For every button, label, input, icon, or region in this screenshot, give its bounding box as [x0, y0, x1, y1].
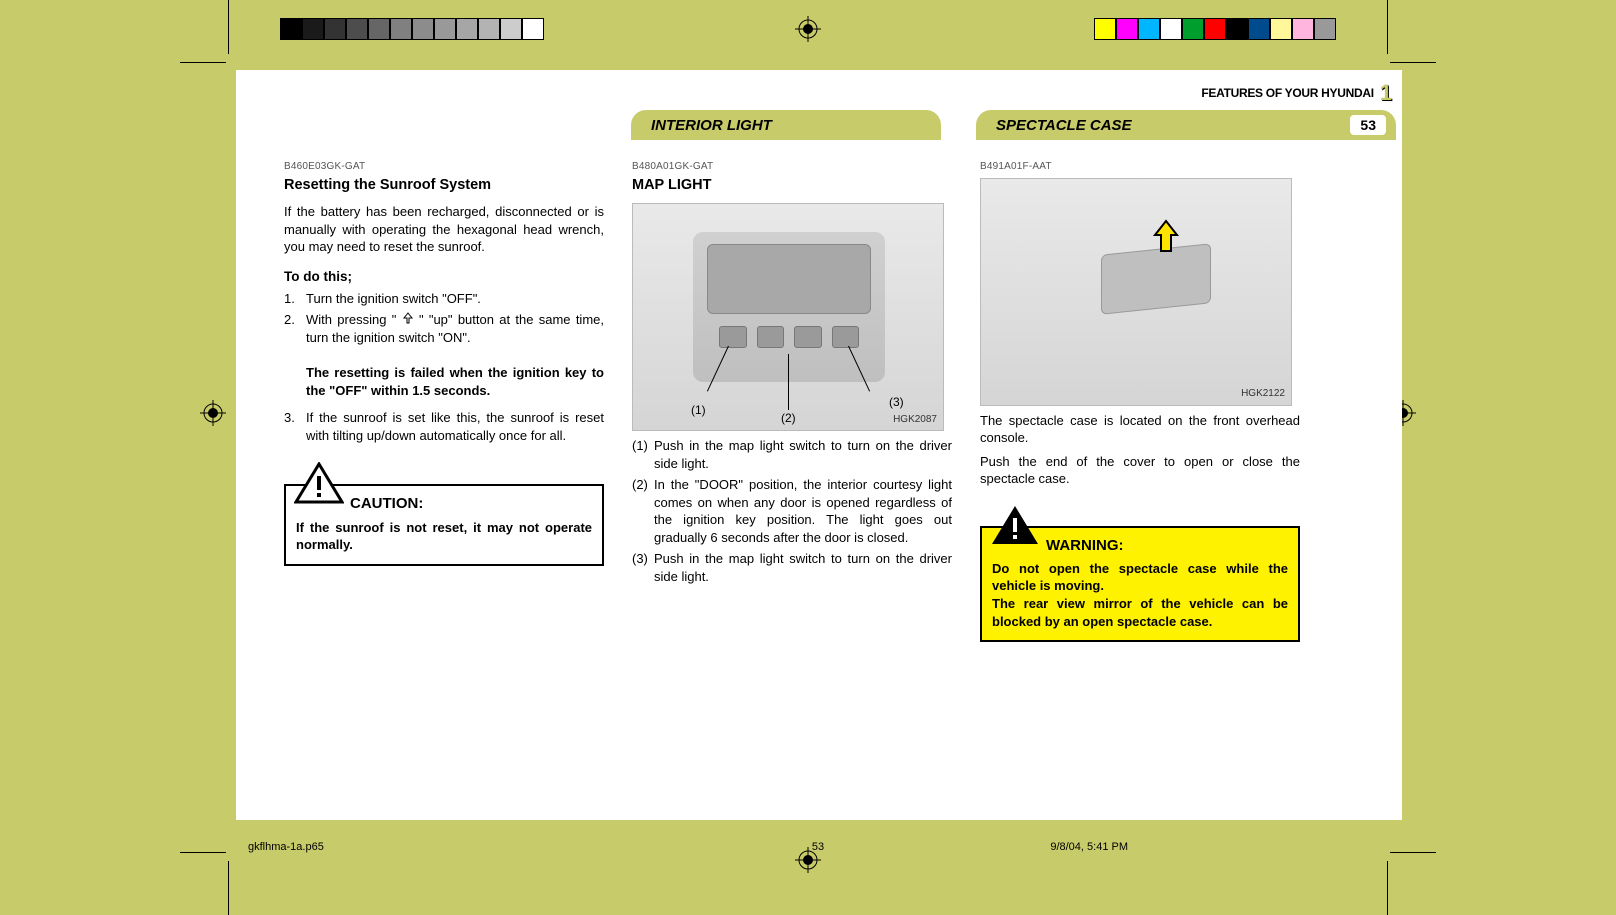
- registration-mark-icon: [200, 400, 226, 426]
- up-arrow-icon: [402, 311, 414, 329]
- column-map-light: B480A01GK-GAT MAP LIGHT (1) (2) (3) HGK2…: [632, 160, 952, 589]
- warning-text: The rear view mirror of the vehicle can …: [992, 595, 1288, 630]
- step-item: 3.If the sunroof is set like this, the s…: [284, 409, 604, 444]
- footer-timestamp: 9/8/04, 5:41 PM: [1050, 841, 1128, 853]
- caution-label: CAUTION:: [350, 494, 592, 514]
- section-tab-label: INTERIOR LIGHT: [651, 117, 772, 134]
- section-heading: Resetting the Sunroof System: [284, 176, 604, 196]
- body-text: Push the end of the cover to open or clo…: [980, 453, 1300, 488]
- section-tab-interior-light: INTERIOR LIGHT: [631, 110, 941, 140]
- callout-label: (3): [889, 394, 904, 410]
- push-arrow-icon: [1151, 219, 1181, 260]
- section-heading: MAP LIGHT: [632, 176, 952, 196]
- procedure-code: B480A01GK-GAT: [632, 160, 952, 174]
- crop-mark: [1390, 62, 1436, 63]
- crop-mark: [1387, 0, 1388, 54]
- body-text: If the battery has been recharged, disco…: [284, 203, 604, 256]
- reset-failure-note: The resetting is failed when the ignitio…: [306, 365, 604, 398]
- process-colorbar: [1094, 18, 1336, 40]
- figure-code: HGK2087: [893, 413, 937, 427]
- crop-mark: [1387, 861, 1388, 915]
- grayscale-colorbar: [280, 18, 544, 40]
- crop-mark: [228, 0, 229, 54]
- figure-code: HGK2122: [1241, 387, 1285, 401]
- figure-spectacle-case: HGK2122: [980, 178, 1292, 406]
- callout-item: (3)Push in the map light switch to turn …: [632, 550, 952, 585]
- registration-mark-icon: [795, 16, 821, 42]
- column-spectacle-case: B491A01F-AAT HGK2122 The spectacle case …: [980, 160, 1300, 642]
- callout-list: (1)Push in the map light switch to turn …: [632, 437, 952, 585]
- callout-item: (2)In the "DOOR" position, the interior …: [632, 476, 952, 546]
- callout-label: (2): [781, 410, 796, 426]
- caution-text: If the sunroof is not reset, it may not …: [296, 519, 592, 554]
- figure-map-light: (1) (2) (3) HGK2087: [632, 203, 944, 431]
- crop-mark: [180, 62, 226, 63]
- document-page: FEATURES OF YOUR HYUNDAI 1 INTERIOR LIGH…: [236, 70, 1402, 820]
- caution-triangle-icon: [294, 462, 344, 506]
- column-sunroof-reset: B460E03GK-GAT Resetting the Sunroof Syst…: [284, 160, 604, 566]
- procedure-code: B491A01F-AAT: [980, 160, 1300, 174]
- footer-filename: gkflhma-1a.p65: [248, 841, 324, 853]
- warning-label: WARNING:: [1046, 536, 1288, 556]
- section-tab-spectacle-case: SPECTACLE CASE 53: [976, 110, 1396, 140]
- page-number: 53: [1350, 115, 1386, 135]
- breadcrumb: FEATURES OF YOUR HYUNDAI: [1201, 86, 1373, 100]
- step-item: 1.Turn the ignition switch "OFF".: [284, 290, 604, 308]
- body-text: The spectacle case is located on the fro…: [980, 412, 1300, 447]
- warning-triangle-icon: [990, 504, 1040, 548]
- print-footer: gkflhma-1a.p65 53 9/8/04, 5:41 PM: [248, 841, 1388, 853]
- warning-box: WARNING: Do not open the spectacle case …: [980, 526, 1300, 642]
- caution-box: CAUTION: If the sunroof is not reset, it…: [284, 484, 604, 565]
- step-list: 1.Turn the ignition switch "OFF". 2. Wit…: [284, 290, 604, 444]
- footer-page: 53: [812, 841, 824, 853]
- page-header: FEATURES OF YOUR HYUNDAI 1: [1201, 80, 1402, 106]
- subsection-heading: To do this;: [284, 268, 604, 286]
- chapter-number: 1: [1380, 80, 1392, 106]
- warning-text: Do not open the spectacle case while the…: [992, 560, 1288, 595]
- crop-mark: [180, 852, 226, 853]
- section-tab-label: SPECTACLE CASE: [996, 117, 1132, 134]
- crop-mark: [1390, 852, 1436, 853]
- callout-label: (1): [691, 402, 706, 418]
- crop-mark: [228, 861, 229, 915]
- procedure-code: B460E03GK-GAT: [284, 160, 604, 174]
- callout-item: (1)Push in the map light switch to turn …: [632, 437, 952, 472]
- step-item: 2. With pressing " " "up" button at the …: [284, 311, 604, 399]
